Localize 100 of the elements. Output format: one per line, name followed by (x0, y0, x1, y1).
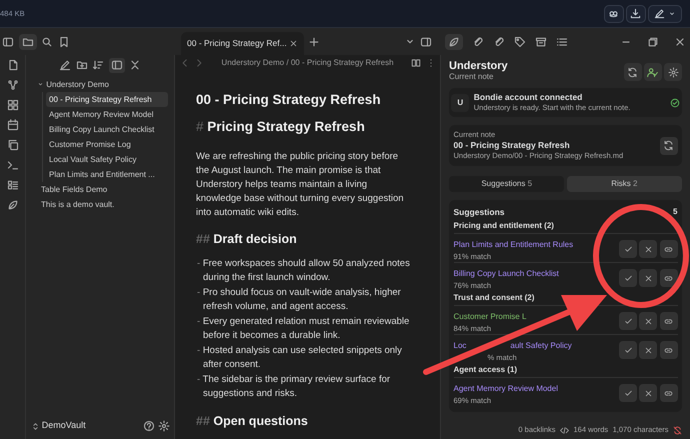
suggestion-link[interactable]: Billing Copy Launch Checklist (454, 268, 559, 280)
sidebar-toggle-icon[interactable] (2, 36, 14, 48)
dismiss-button[interactable] (639, 341, 658, 359)
link-button[interactable] (660, 384, 678, 402)
document-icon[interactable] (6, 59, 18, 71)
files-tab[interactable] (18, 34, 37, 50)
vault-switch-icon[interactable] (30, 422, 40, 430)
accept-button[interactable] (619, 384, 637, 402)
refresh-button[interactable] (624, 63, 642, 81)
file-item[interactable]: Table Fields Demo (34, 182, 168, 197)
link-icon (664, 346, 673, 354)
breadcrumb-note[interactable]: 00 - Pricing Strategy Refresh (290, 57, 394, 69)
paperclip-icon[interactable] (472, 36, 484, 48)
suggestion-link[interactable]: Customer Promise L (454, 311, 526, 323)
leaf-icon[interactable] (6, 199, 18, 211)
help-icon[interactable] (143, 420, 156, 432)
account-status: Bondie account connected (474, 92, 584, 103)
vault-name[interactable]: DemoVault (42, 419, 86, 433)
refresh-button[interactable] (660, 136, 678, 154)
file-item[interactable]: This is a demo vault. (34, 197, 168, 212)
close-icon (644, 388, 653, 398)
breadcrumb-folder[interactable]: Understory Demo (221, 57, 284, 69)
file-item[interactable]: Agent Memory Review Model (46, 107, 168, 122)
check-icon (624, 346, 632, 354)
edit-button[interactable] (648, 4, 682, 22)
new-folder-icon[interactable] (76, 59, 88, 71)
check-icon (624, 274, 632, 282)
list-icon[interactable] (556, 36, 568, 48)
accept-button[interactable] (619, 341, 637, 359)
sync-off-icon[interactable] (673, 426, 682, 434)
group-label: Pricing and entitlement (2) (454, 220, 555, 232)
paragraph: We are refreshing the public pricing story before the August launch. The main promise is that Understory helps teams maintain a living knowledge base without turning every suggestion into automatic wiki edits. (196, 150, 405, 220)
reading-view-icon[interactable] (411, 57, 421, 69)
dismiss-button[interactable] (639, 240, 658, 258)
link-button[interactable] (660, 312, 678, 330)
calendar-icon[interactable] (6, 119, 18, 131)
current-note-title: 00 - Pricing Strategy Refresh (454, 140, 571, 151)
link-icon (664, 388, 673, 398)
collapse-icon[interactable] (129, 59, 141, 71)
outline-icon[interactable] (6, 179, 18, 191)
file-item[interactable]: Billing Copy Launch Checklist (46, 122, 168, 137)
dismiss-button[interactable] (639, 269, 658, 287)
download-button[interactable] (626, 4, 646, 22)
refresh-icon (663, 140, 674, 151)
suggestion-link[interactable]: ault Safety Policy (510, 340, 572, 352)
editor-tab[interactable]: 00 - Pricing Strategy Ref... (181, 32, 304, 55)
grid-icon[interactable] (6, 99, 18, 111)
close-icon (644, 316, 653, 326)
file-item[interactable]: Plan Limits and Entitlement ... (46, 167, 168, 182)
suggestion-link[interactable]: Agent Memory Review Model (454, 383, 558, 395)
panel-subtitle: Current note (449, 72, 494, 82)
panel-title: Understory (449, 60, 509, 72)
folder-item[interactable]: Understory Demo (34, 77, 168, 92)
segment-tab[interactable]: Suggestions 5 (449, 176, 564, 192)
dismiss-button[interactable] (639, 312, 658, 330)
new-note-icon[interactable] (59, 59, 71, 71)
close-icon[interactable] (674, 36, 686, 48)
file-item[interactable]: Local Vault Safety Policy (46, 152, 168, 167)
settings-icon (668, 66, 678, 78)
link-button[interactable] (660, 269, 678, 287)
restore-icon[interactable] (646, 36, 658, 48)
accept-button[interactable] (619, 269, 637, 287)
sort-icon[interactable] (92, 59, 104, 71)
suggestion-link[interactable]: Loc (454, 340, 466, 352)
settings-button[interactable] (664, 63, 682, 81)
understory-tab[interactable] (444, 34, 462, 50)
accept-button[interactable] (619, 240, 637, 258)
link-button[interactable] (660, 341, 678, 359)
close-icon (644, 274, 653, 282)
new-tab-icon[interactable] (308, 36, 320, 48)
file-item[interactable]: Customer Promise Log (46, 137, 168, 152)
paperclip-icon[interactable] (492, 36, 504, 48)
dismiss-button[interactable] (639, 384, 658, 402)
close-icon (288, 39, 298, 48)
right-sidebar-toggle-icon[interactable] (420, 36, 432, 48)
accept-button[interactable] (619, 312, 637, 330)
copy-icon[interactable] (6, 139, 18, 151)
graph-icon[interactable] (6, 79, 18, 91)
link-button[interactable] (660, 240, 678, 258)
refresh-icon (627, 66, 638, 78)
segment-tab[interactable]: Risks 2 (566, 176, 682, 192)
user-check-icon (647, 66, 658, 78)
list-item: - Free workspaces should allow 50 analyzed notes during the first launch window. (196, 257, 411, 285)
archive-icon[interactable] (534, 36, 546, 48)
search-icon[interactable] (41, 36, 54, 48)
list-item: - Pro should focus on vault-wide analysis, higher refresh volume, and agent access. (196, 286, 402, 314)
list-item: - The sidebar is the primary review surface for suggestions and risks. (196, 373, 392, 401)
check-icon (624, 316, 632, 326)
account-button[interactable] (644, 63, 662, 81)
avatar: U (451, 94, 470, 112)
subheading: ## Draft decision (196, 231, 298, 248)
bookmark-icon[interactable] (58, 36, 70, 48)
copilot-button[interactable] (604, 4, 624, 22)
file-item[interactable]: 00 - Pricing Strategy Refresh (46, 92, 168, 107)
source-mode-icon[interactable] (560, 426, 570, 434)
suggestion-link[interactable]: Plan Limits and Entitlement Rules (454, 239, 574, 251)
terminal-icon[interactable] (6, 159, 18, 171)
auto-reveal-button[interactable] (108, 58, 124, 72)
tag-icon[interactable] (514, 36, 526, 48)
settings-icon[interactable] (158, 420, 170, 432)
